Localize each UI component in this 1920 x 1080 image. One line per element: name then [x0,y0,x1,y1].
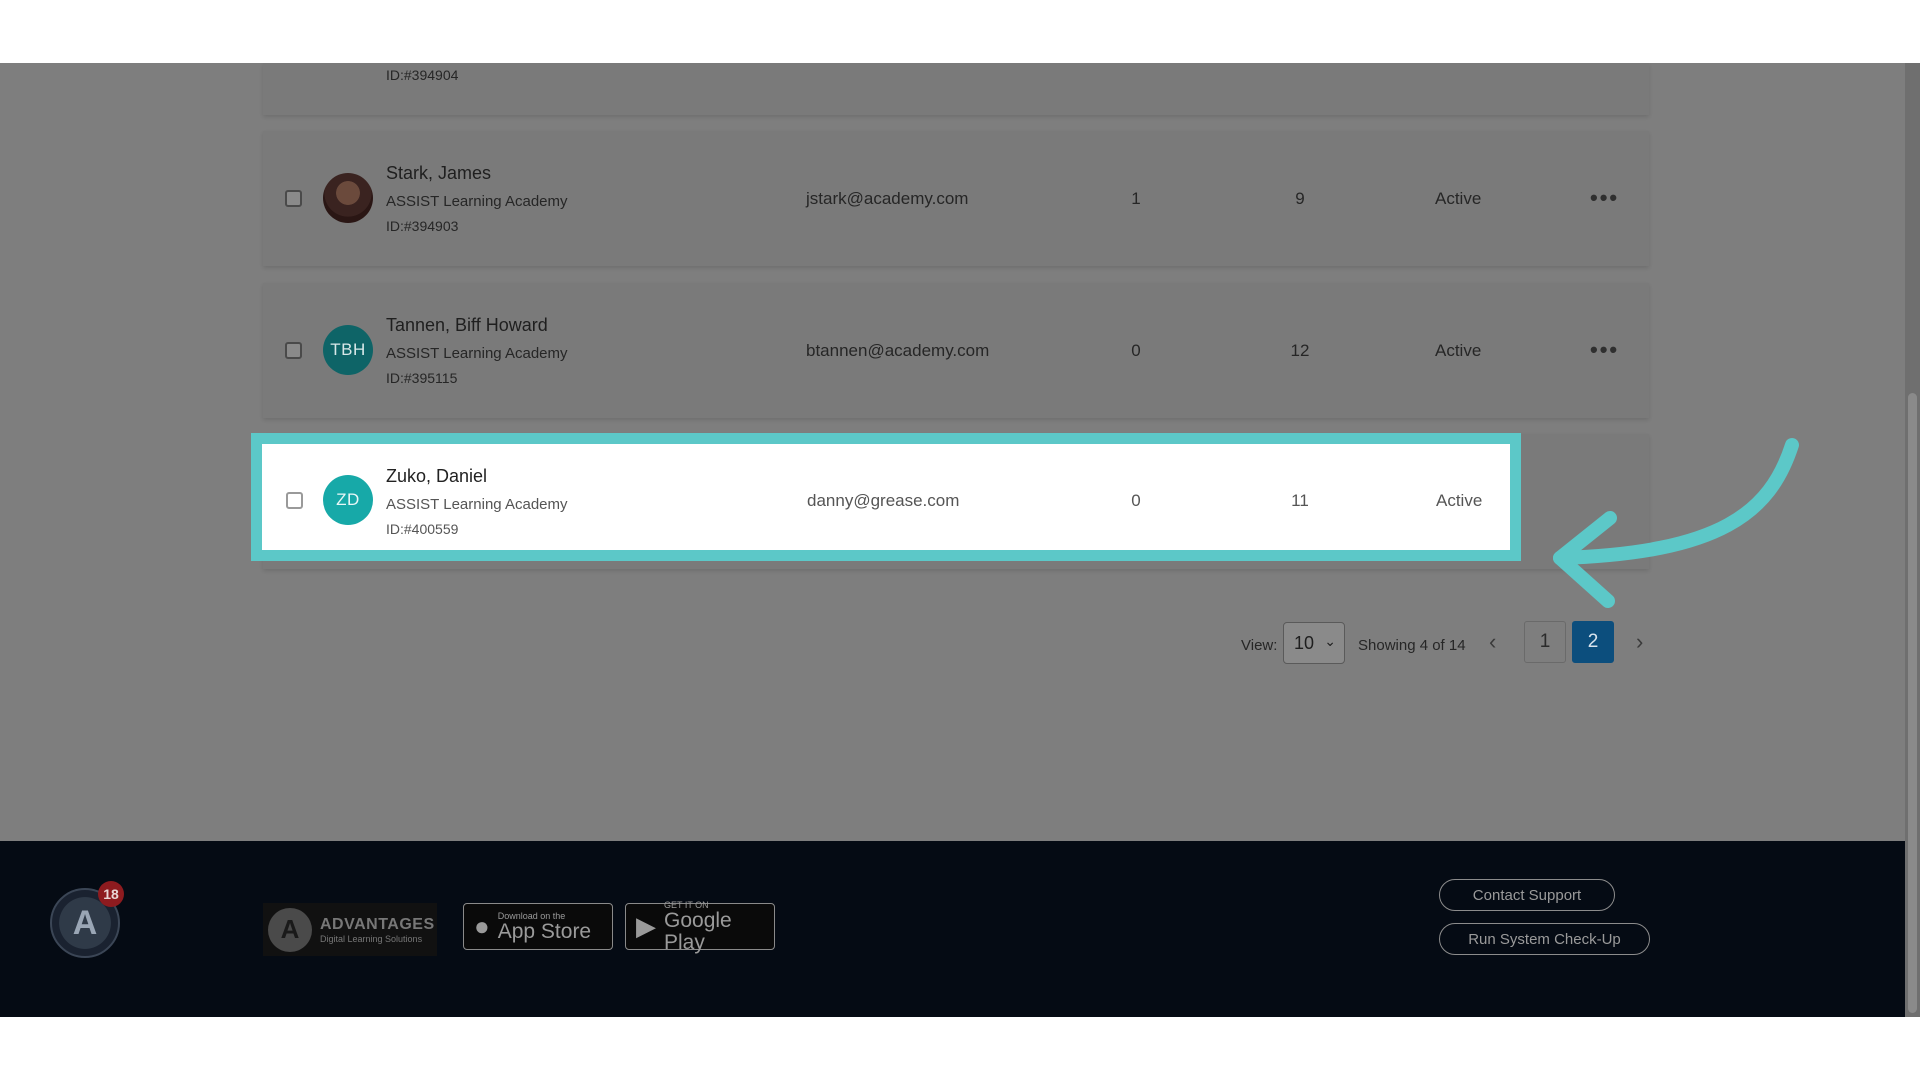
next-page-icon[interactable]: › [1636,629,1643,655]
user-email: jstark@academy.com [806,189,969,208]
user-email: danny@grease.com [807,491,960,510]
row-checkbox[interactable] [285,190,302,207]
user-id: ID:#400559 [386,521,459,537]
user-count-2: 12 [1290,341,1310,360]
user-count-1: 1 [1131,189,1141,208]
user-count-2: 11 [1291,491,1309,510]
avatar: ZD [323,475,373,525]
user-name[interactable]: Tannen, Biff Howard [386,315,548,336]
user-org: ASSIST Learning Academy [386,496,568,513]
user-count-2: 9 [1295,189,1305,208]
scrollbar[interactable] [1905,63,1920,1017]
page-viewport: ID:#394904 Stark, James ASSIST Learning … [0,63,1920,1017]
curved-arrow-icon [1553,438,1799,608]
chevron-down-icon: ⌄ [1324,633,1336,649]
avatar [323,173,373,223]
page-button-2[interactable]: 2 [1572,621,1614,663]
page-size-value: 10 [1294,632,1315,653]
app-store-button[interactable]: ● Download on the App Store [463,903,613,950]
contact-support-button[interactable]: Contact Support [1439,879,1615,911]
user-row[interactable]: TBH Tannen, Biff Howard ASSIST Learning … [263,283,1649,418]
user-org: ASSIST Learning Academy [386,345,568,362]
showing-count: Showing 4 of 14 [1358,637,1466,654]
row-more-menu-icon[interactable]: ••• [1590,185,1619,211]
user-id: ID:#394903 [386,218,459,234]
advantages-subtitle: Digital Learning Solutions [320,933,423,944]
google-play-icon: ▶ [636,911,656,941]
logo-letter: A [72,903,98,942]
notification-count-badge: 18 [98,881,124,907]
advantages-logo: A ADVANTAGES Digital Learning Solutions [263,903,437,956]
advantages-logo-icon: A [268,907,312,952]
google-play-small-text: GET IT ON [664,899,709,910]
footer: A 18 A ADVANTAGES Digital Learning Solut… [0,841,1905,1017]
run-system-check-button[interactable]: Run System Check-Up [1439,923,1650,955]
row-checkbox[interactable] [285,342,302,359]
user-name[interactable]: Stark, James [386,163,491,184]
user-email: btannen@academy.com [806,341,990,360]
view-label: View: [1241,637,1278,654]
avatar: TBH [323,325,373,375]
google-play-button[interactable]: ▶ GET IT ON Google Play [625,899,775,953]
apple-icon: ● [474,911,490,941]
scrollbar-thumb[interactable] [1908,393,1917,1013]
user-id: ID:#394904 [386,67,459,83]
row-more-menu-icon[interactable]: ••• [1590,337,1619,363]
user-status: Active [1435,189,1482,208]
user-row-partial[interactable]: ID:#394904 [263,63,1649,115]
row-checkbox[interactable] [286,492,303,509]
user-status: Active [1435,341,1482,360]
user-id: ID:#395115 [386,370,458,386]
user-org: ASSIST Learning Academy [386,193,568,210]
prev-page-icon[interactable]: ‹ [1489,629,1496,655]
user-count-1: 0 [1131,341,1141,360]
app-store-small-text: Download on the [497,910,566,921]
advantages-title: ADVANTAGES [320,915,435,933]
google-play-big-text: Google Play [664,908,732,954]
page-size-select[interactable]: 10 ⌄ [1283,622,1345,664]
user-row[interactable]: Stark, James ASSIST Learning Academy ID:… [263,131,1649,266]
users-list-area: ID:#394904 Stark, James ASSIST Learning … [0,63,1905,841]
user-status: Active [1436,491,1483,510]
highlighted-user-row[interactable]: ZD Zuko, Daniel ASSIST Learning Academy … [251,433,1521,561]
page-button-1[interactable]: 1 [1524,621,1566,663]
user-name[interactable]: Zuko, Daniel [386,466,487,487]
app-store-big-text: App Store [497,919,592,943]
user-count-1: 0 [1131,491,1141,510]
